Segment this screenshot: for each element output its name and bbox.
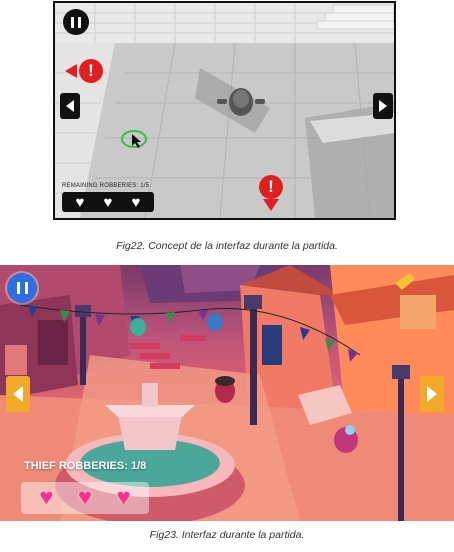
alert-icon: ! <box>79 59 103 83</box>
pause-button[interactable] <box>63 9 89 35</box>
target-cursor-icon <box>121 130 147 148</box>
heart-icon: ♥ <box>103 193 113 211</box>
pause-icon <box>16 282 28 294</box>
camera-left-button[interactable] <box>6 376 30 412</box>
heart-icon: ♥ <box>75 193 85 211</box>
robberies-counter: THIEF ROBBERIES: 1/8 <box>24 460 147 472</box>
lives-bar: ♥ ♥ ♥ <box>21 482 149 514</box>
pause-icon <box>71 16 81 28</box>
camera-left-button[interactable] <box>60 93 80 119</box>
heart-icon: ♥ <box>116 484 131 511</box>
pause-button[interactable] <box>7 273 37 303</box>
camera-right-button[interactable] <box>420 376 444 412</box>
camera-right-button[interactable] <box>373 93 393 119</box>
arrow-down-icon <box>263 199 279 211</box>
arrow-right-icon <box>379 100 387 112</box>
heart-icon: ♥ <box>131 193 141 211</box>
arrow-left-icon <box>13 386 23 402</box>
concept-screenshot: ! ! REMAINING ROBBERIES: 1/5 ♥ ♥ ♥ <box>53 1 396 220</box>
figure-caption: Fig23. Interfaz durante la partida. <box>149 529 305 541</box>
lives-bar: ♥ ♥ ♥ <box>62 192 154 212</box>
heart-icon: ♥ <box>77 484 93 511</box>
arrow-left-icon <box>65 64 77 78</box>
alert-icon: ! <box>259 175 283 199</box>
arrow-left-icon <box>66 100 74 112</box>
robberies-counter: REMAINING ROBBERIES: 1/5 <box>62 183 150 189</box>
figure-caption: Fig22. Concept de la interfaz durante la… <box>116 240 338 252</box>
game-screenshot: THIEF ROBBERIES: 1/8 ♥ ♥ ♥ <box>0 265 454 521</box>
arrow-right-icon <box>427 386 437 402</box>
heart-icon: ♥ <box>39 484 54 511</box>
